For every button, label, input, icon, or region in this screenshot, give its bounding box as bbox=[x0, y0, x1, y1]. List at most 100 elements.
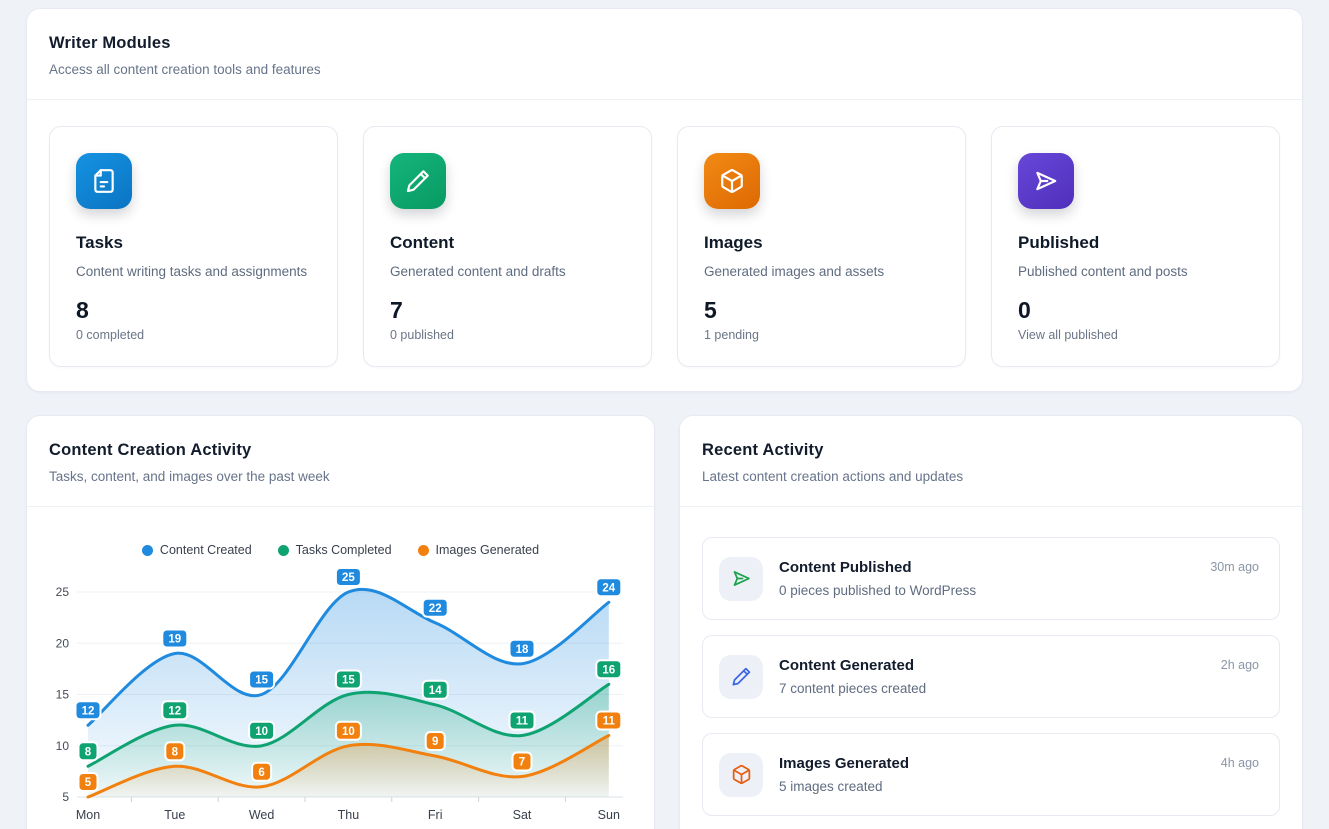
activity-text: Content Published 0 pieces published to … bbox=[779, 559, 1210, 598]
module-description: Generated images and assets bbox=[704, 264, 939, 279]
legend-label: Content Created bbox=[160, 543, 252, 557]
legend-dot bbox=[142, 545, 153, 556]
module-icon-tile bbox=[704, 153, 760, 209]
module-card-content[interactable]: Content Generated content and drafts 7 0… bbox=[363, 126, 652, 367]
activity-description: 7 content pieces created bbox=[779, 681, 1221, 696]
data-label-value: 19 bbox=[168, 634, 181, 646]
module-icon-tile bbox=[1018, 153, 1074, 209]
activity-list: Content Published 0 pieces published to … bbox=[680, 507, 1302, 829]
data-label-value: 5 bbox=[85, 777, 92, 789]
data-label-value: 11 bbox=[516, 716, 529, 728]
data-label-value: 24 bbox=[602, 582, 615, 594]
data-label-value: 15 bbox=[255, 675, 268, 687]
y-axis-tick-label: 25 bbox=[56, 585, 70, 599]
data-label-value: 12 bbox=[82, 705, 95, 717]
cube-icon bbox=[719, 168, 745, 194]
y-axis-tick-label: 15 bbox=[56, 688, 70, 702]
activity-title: Content Generated bbox=[779, 657, 1221, 674]
module-description: Content writing tasks and assignments bbox=[76, 264, 311, 279]
activity-timestamp: 4h ago bbox=[1221, 756, 1259, 770]
modules-row: Tasks Content writing tasks and assignme… bbox=[27, 100, 1302, 393]
send-icon bbox=[731, 568, 752, 589]
data-label-value: 22 bbox=[429, 603, 442, 615]
data-label-value: 12 bbox=[168, 705, 181, 717]
data-label-value: 8 bbox=[172, 746, 179, 758]
module-stat-value: 5 bbox=[704, 297, 939, 324]
activity-timestamp: 30m ago bbox=[1210, 560, 1259, 574]
module-stat-label: View all published bbox=[1018, 328, 1253, 342]
x-axis-tick-label: Wed bbox=[249, 808, 275, 822]
activity-chart: 510152025MonTueWedThuFriSatSun1219152522… bbox=[27, 507, 654, 829]
legend-item-images-generated[interactable]: Images Generated bbox=[418, 543, 540, 557]
y-axis-tick-label: 10 bbox=[56, 739, 70, 753]
x-axis-tick-label: Fri bbox=[428, 808, 443, 822]
activity-card-content-generated[interactable]: Content Generated 7 content pieces creat… bbox=[702, 635, 1280, 718]
module-stat-label: 0 published bbox=[390, 328, 625, 342]
activity-description: 0 pieces published to WordPress bbox=[779, 583, 1210, 598]
data-label-value: 7 bbox=[519, 757, 525, 769]
chart-panel-title: Content Creation Activity bbox=[49, 441, 632, 460]
legend-item-tasks-completed[interactable]: Tasks Completed bbox=[278, 543, 392, 557]
recent-activity-panel: Recent Activity Latest content creation … bbox=[679, 415, 1303, 829]
x-axis-tick-label: Tue bbox=[164, 808, 185, 822]
activity-icon-tile bbox=[719, 753, 763, 797]
x-axis-tick-label: Mon bbox=[76, 808, 100, 822]
module-title: Tasks bbox=[76, 233, 311, 253]
module-stat-value: 8 bbox=[76, 297, 311, 324]
chart-panel-header: Content Creation Activity Tasks, content… bbox=[27, 416, 654, 506]
send-icon bbox=[1033, 168, 1059, 194]
module-card-published[interactable]: Published Published content and posts 0 … bbox=[991, 126, 1280, 367]
legend-label: Tasks Completed bbox=[296, 543, 392, 557]
data-label-value: 15 bbox=[342, 675, 355, 687]
recent-activity-title: Recent Activity bbox=[702, 441, 1280, 460]
data-label-value: 10 bbox=[342, 726, 355, 738]
module-stat-label: 0 completed bbox=[76, 328, 311, 342]
activity-icon-tile bbox=[719, 655, 763, 699]
content-creation-activity-panel: Content Creation Activity Tasks, content… bbox=[26, 415, 655, 829]
file-text-icon bbox=[91, 168, 117, 194]
data-label-value: 16 bbox=[602, 664, 615, 676]
pencil-icon bbox=[731, 666, 752, 687]
chart-legend: Content Created Tasks Completed Images Gen… bbox=[27, 543, 654, 557]
legend-label: Images Generated bbox=[436, 543, 540, 557]
data-label-value: 18 bbox=[516, 644, 529, 656]
activity-card-images-generated[interactable]: Images Generated 5 images created 4h ago bbox=[702, 733, 1280, 816]
module-description: Generated content and drafts bbox=[390, 264, 625, 279]
module-title: Images bbox=[704, 233, 939, 253]
y-axis-tick-label: 5 bbox=[62, 790, 69, 804]
module-icon-tile bbox=[390, 153, 446, 209]
module-stat-value: 7 bbox=[390, 297, 625, 324]
data-label-value: 10 bbox=[255, 726, 268, 738]
legend-item-content-created[interactable]: Content Created bbox=[142, 543, 252, 557]
chart-panel-subtitle: Tasks, content, and images over the past… bbox=[49, 469, 632, 484]
activity-title: Content Published bbox=[779, 559, 1210, 576]
module-icon-tile bbox=[76, 153, 132, 209]
data-label-value: 8 bbox=[85, 746, 92, 758]
activity-text: Content Generated 7 content pieces creat… bbox=[779, 657, 1221, 696]
module-card-tasks[interactable]: Tasks Content writing tasks and assignme… bbox=[49, 126, 338, 367]
data-label-value: 11 bbox=[603, 716, 616, 728]
module-card-images[interactable]: Images Generated images and assets 5 1 p… bbox=[677, 126, 966, 367]
y-axis-tick-label: 20 bbox=[56, 636, 70, 650]
cube-icon bbox=[731, 764, 752, 785]
data-label-value: 25 bbox=[342, 572, 355, 584]
writer-modules-header: Writer Modules Access all content creati… bbox=[27, 9, 1302, 99]
legend-dot bbox=[418, 545, 429, 556]
activity-icon-tile bbox=[719, 557, 763, 601]
x-axis-tick-label: Thu bbox=[338, 808, 360, 822]
data-label-value: 9 bbox=[432, 736, 438, 748]
x-axis-tick-label: Sat bbox=[513, 808, 532, 822]
activity-title: Images Generated bbox=[779, 755, 1221, 772]
pencil-icon bbox=[405, 168, 431, 194]
legend-dot bbox=[278, 545, 289, 556]
recent-activity-subtitle: Latest content creation actions and upda… bbox=[702, 469, 1280, 484]
recent-activity-header: Recent Activity Latest content creation … bbox=[680, 416, 1302, 506]
writer-modules-title: Writer Modules bbox=[49, 34, 1280, 53]
module-title: Published bbox=[1018, 233, 1253, 253]
module-stat-label: 1 pending bbox=[704, 328, 939, 342]
data-label-value: 14 bbox=[429, 685, 442, 697]
writer-modules-panel: Writer Modules Access all content creati… bbox=[26, 8, 1303, 392]
activity-text: Images Generated 5 images created bbox=[779, 755, 1221, 794]
activity-description: 5 images created bbox=[779, 779, 1221, 794]
activity-card-content-published[interactable]: Content Published 0 pieces published to … bbox=[702, 537, 1280, 620]
